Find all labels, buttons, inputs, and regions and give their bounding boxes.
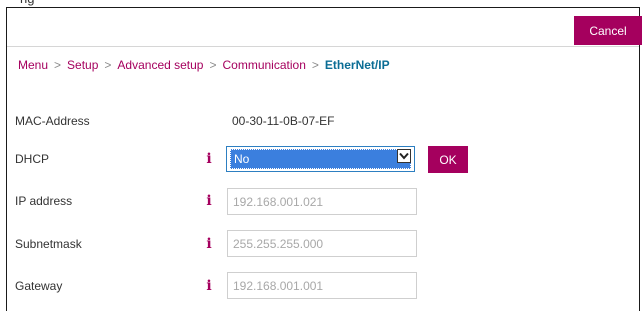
breadcrumb-separator: > xyxy=(54,58,62,72)
ip-address-input[interactable] xyxy=(227,188,417,215)
breadcrumb-current-page: EtherNet/IP xyxy=(324,58,390,72)
gateway-info-icon[interactable]: i xyxy=(204,279,214,293)
top-strip: ng xyxy=(0,0,643,7)
subnetmask-label: Subnetmask xyxy=(15,237,82,251)
breadcrumb: Menu > Setup > Advanced setup > Communic… xyxy=(18,57,390,73)
gateway-input[interactable] xyxy=(227,272,417,299)
mac-address-value: 00-30-11-0B-07-EF xyxy=(232,114,335,128)
breadcrumb-item-setup[interactable]: Setup xyxy=(67,58,98,72)
subnetmask-input[interactable] xyxy=(227,230,417,257)
breadcrumb-separator: > xyxy=(311,58,319,72)
dhcp-select[interactable]: No xyxy=(226,146,415,172)
dhcp-info-icon[interactable]: i xyxy=(204,152,214,166)
breadcrumb-separator: > xyxy=(104,58,112,72)
top-strip-text: ng xyxy=(20,0,34,7)
breadcrumb-item-communication[interactable]: Communication xyxy=(223,58,306,72)
gateway-label: Gateway xyxy=(15,279,63,293)
dhcp-label: DHCP xyxy=(15,152,50,166)
chevron-down-icon[interactable] xyxy=(397,149,411,163)
dhcp-select-value: No xyxy=(234,152,250,166)
mac-address-label: MAC-Address xyxy=(15,114,90,128)
breadcrumb-item-advanced-setup[interactable]: Advanced setup xyxy=(117,58,203,72)
ip-address-label: IP address xyxy=(15,194,73,208)
cancel-button[interactable]: Cancel xyxy=(574,16,642,45)
breadcrumb-item-menu[interactable]: Menu xyxy=(18,58,48,72)
ok-button[interactable]: OK xyxy=(428,146,468,173)
subnetmask-info-icon[interactable]: i xyxy=(204,237,214,251)
header-divider xyxy=(7,46,639,47)
dhcp-select-selection: No xyxy=(230,149,411,169)
breadcrumb-separator: > xyxy=(209,58,217,72)
ip-address-info-icon[interactable]: i xyxy=(204,194,214,208)
